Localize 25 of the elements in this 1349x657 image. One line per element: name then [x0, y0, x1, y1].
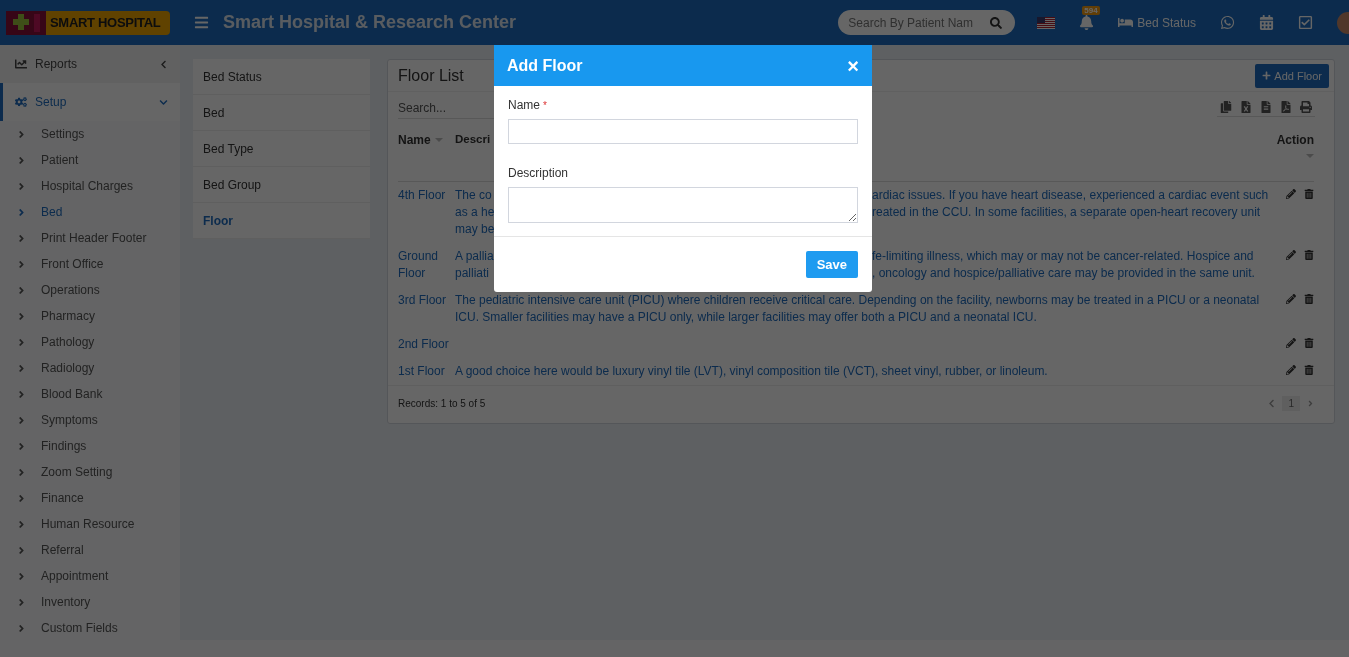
description-fragment: reated in the CCU. In some facilities, a separate open-heart recovery unit: [872, 204, 1262, 221]
records-count: Records: 1 to 5 of 5: [398, 398, 486, 409]
description-fragment: The co: [455, 187, 493, 204]
field-label: Name *: [508, 98, 548, 112]
notification-badge: 594: [1082, 6, 1100, 15]
field-label: Description: [508, 166, 570, 180]
table-cell: Ground Floor: [398, 243, 455, 287]
description-fragment: ardiac issues. If you have heart disease, experienced a cardiac event such: [872, 187, 1270, 204]
table-cell: 3rd Floor: [398, 287, 455, 331]
description-fragment: A pallia: [455, 248, 494, 265]
description-fragment: palliati: [455, 265, 491, 282]
table-cell-text: 2nd Floor: [398, 336, 450, 353]
description-fragment: fe-limiting illness, which may or may not be cancer-related. Hospice and: [872, 248, 1255, 265]
description-fragment: , oncology and hospice/palliative care may be provided in the same unit.: [872, 265, 1256, 282]
site-title: Smart Hospital & Research Center: [223, 12, 517, 33]
table-cell: 4th Floor: [398, 181, 455, 243]
dialog-title: Add Floor: [507, 56, 583, 75]
table-cell: A good choice here would be luxury vinyl tile (LVT), vinyl composition tile (VCT), sheet vinyl, rubber, or linoleum.: [455, 364, 1048, 378]
logo-text: SMART HOSPITAL: [50, 15, 161, 30]
panel-title: Floor List: [398, 66, 464, 85]
description-fragment: may be: [455, 221, 494, 238]
required-icon: *: [543, 100, 547, 111]
table-cell: 1st Floor: [398, 358, 455, 385]
table-cell: The pediatric intensive care unit (PICU) where children receive critical care. Depending on the facility, newborns may be treated in a PICU or a neonatal ICU. Smaller facilities may have a PICU only, while larger facilities may offer both a PICU and a neonatal ICU.: [455, 293, 1260, 324]
description-fragment: as a he: [455, 204, 494, 221]
